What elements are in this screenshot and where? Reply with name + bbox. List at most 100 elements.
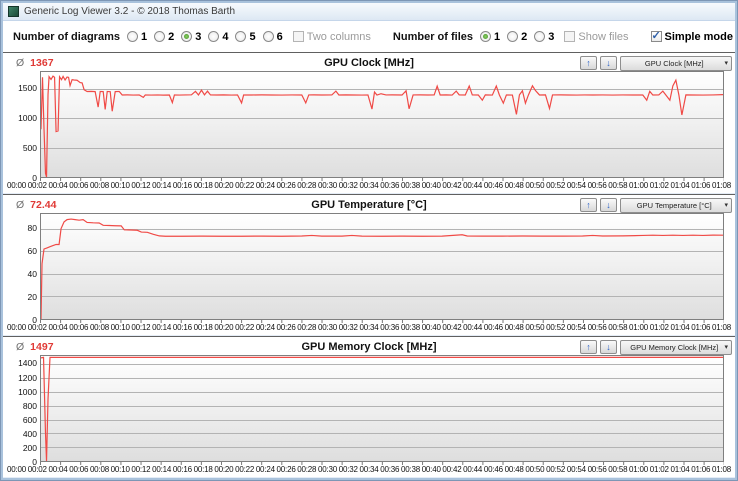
x-axis-label: 01:08 xyxy=(711,181,731,190)
x-axis-label: 00:34 xyxy=(359,181,379,190)
x-axis-label: 00:54 xyxy=(566,181,586,190)
y-axis-label: 80 xyxy=(27,222,37,233)
average-symbol: Ø xyxy=(16,57,25,69)
y-axis: 0 200 400 600 800 1000 1200 1400 xyxy=(6,355,40,467)
radio-label: 5 xyxy=(249,30,256,43)
chart-panel-gpu-memory-clock: Ø 1497 GPU Memory Clock [MHz] ↑ ↓ GPU Mem… xyxy=(3,336,735,477)
down-arrow-icon: ↓ xyxy=(606,341,611,352)
average-value: 1497 xyxy=(30,341,54,353)
x-axis-label: 00:32 xyxy=(338,181,358,190)
x-axis-label: 00:54 xyxy=(566,323,586,332)
plot-area[interactable] xyxy=(40,71,724,178)
chart-panel-gpu-clock: Ø 1367 GPU Clock [MHz] ↑ ↓ GPU Clock [MHz… xyxy=(3,52,735,193)
y-axis-label: 1400 xyxy=(18,358,37,369)
y-axis-label: 200 xyxy=(22,442,37,453)
x-axis-label: 00:28 xyxy=(297,465,317,474)
y-axis-label: 60 xyxy=(27,245,37,256)
measurement-select[interactable]: GPU Clock [MHz] ▾ xyxy=(620,55,732,71)
x-axis-label: 00:40 xyxy=(421,323,441,332)
show-files-checkbox[interactable]: Show files xyxy=(564,31,629,43)
radio-label: 3 xyxy=(195,30,202,43)
line-series xyxy=(41,72,723,177)
x-axis-label: 00:04 xyxy=(48,181,68,190)
chevron-down-icon: ▾ xyxy=(724,344,728,351)
diagrams-radio-4[interactable]: 4 xyxy=(208,31,228,43)
plot-area[interactable] xyxy=(40,355,724,462)
x-axis-label: 00:06 xyxy=(69,465,89,474)
radio-icon xyxy=(181,31,193,42)
chart-move-down-button[interactable]: ↓ xyxy=(600,198,617,212)
files-radio-1[interactable]: 1 xyxy=(480,31,500,43)
x-axis-label: 00:00 xyxy=(7,465,27,474)
x-axis-label: 00:46 xyxy=(483,181,503,190)
x-axis: 00:00 00:02 00:04 00:06 00:08 00:10 00:12 00:14… xyxy=(6,181,732,192)
y-axis-label: 0 xyxy=(32,315,37,325)
x-axis-label: 00:34 xyxy=(359,323,379,332)
average-symbol: Ø xyxy=(16,341,25,353)
chart-move-up-button[interactable]: ↑ xyxy=(580,198,597,212)
x-axis-label: 00:40 xyxy=(421,181,441,190)
x-axis-label: 00:40 xyxy=(421,465,441,474)
chart-move-down-button[interactable]: ↓ xyxy=(600,56,617,70)
measurement-select-value: GPU Temperature [°C] xyxy=(636,200,712,210)
measurement-select[interactable]: GPU Temperature [°C] ▾ xyxy=(620,197,732,213)
down-arrow-icon: ↓ xyxy=(606,57,611,68)
x-axis-label: 01:04 xyxy=(670,181,690,190)
diagrams-radio-1[interactable]: 1 xyxy=(126,31,147,43)
x-axis-label: 00:14 xyxy=(152,323,172,332)
x-axis: 00:00 00:02 00:04 00:06 00:08 00:10 00:12 00:14… xyxy=(6,465,732,476)
number-of-files-label: Number of files xyxy=(392,30,473,43)
y-axis-label: 800 xyxy=(22,400,37,411)
diagrams-radio-3[interactable]: 3 xyxy=(181,31,201,43)
x-axis-label: 00:18 xyxy=(193,465,213,474)
radio-icon xyxy=(534,31,546,42)
y-axis-label: 1200 xyxy=(18,372,37,383)
x-axis-label: 00:04 xyxy=(48,323,68,332)
diagrams-radio-5[interactable]: 5 xyxy=(235,30,256,43)
plot-area[interactable] xyxy=(40,213,724,320)
diagrams-radio-2[interactable]: 2 xyxy=(154,31,174,43)
x-axis-label: 00:42 xyxy=(442,465,462,474)
chart-move-up-button[interactable]: ↑ xyxy=(580,340,597,354)
x-axis-label: 00:38 xyxy=(400,181,420,190)
x-axis-label: 00:42 xyxy=(442,181,462,190)
x-axis-label: 00:34 xyxy=(359,465,379,474)
x-axis-label: 00:44 xyxy=(463,323,483,332)
panel-controls: ↑ ↓ GPU Temperature [°C] ▾ xyxy=(580,197,732,213)
x-axis-label: 00:26 xyxy=(276,465,296,474)
diagrams-radio-6[interactable]: 6 xyxy=(262,31,283,43)
average-readout: Ø 1497 xyxy=(16,341,54,353)
chart-move-up-button[interactable]: ↑ xyxy=(580,56,597,70)
x-axis-label: 00:48 xyxy=(504,323,524,332)
x-axis-label: 00:24 xyxy=(255,323,275,332)
checkbox-label: Two columns xyxy=(306,30,371,43)
simple-mode-checkbox[interactable]: Simple mode xyxy=(650,29,733,43)
y-axis-label: 0 xyxy=(32,173,37,183)
panel-header: Ø 72.44 GPU Temperature [°C] ↑ ↓ GPU Temp… xyxy=(6,197,732,213)
titlebar[interactable]: Generic Log Viewer 3.2 - © 2018 Thomas B… xyxy=(3,3,735,21)
x-axis-label: 00:36 xyxy=(380,465,400,474)
checkbox-icon xyxy=(650,29,662,42)
x-axis-label: 00:30 xyxy=(318,181,338,190)
files-radio-2[interactable]: 2 xyxy=(507,31,527,43)
charts-area: Ø 1367 GPU Clock [MHz] ↑ ↓ GPU Clock [MHz… xyxy=(3,52,735,478)
x-axis-label: 00:58 xyxy=(608,465,628,474)
x-axis-label: 01:02 xyxy=(649,465,669,474)
toolbar: Number of diagrams 1 2 3 4 5 6 Two colum… xyxy=(3,21,735,52)
x-axis-label: 00:22 xyxy=(235,181,255,190)
x-axis-label: 00:16 xyxy=(172,181,192,190)
x-axis-label: 00:10 xyxy=(110,323,130,332)
x-axis-label: 00:50 xyxy=(525,323,545,332)
chart-move-down-button[interactable]: ↓ xyxy=(600,340,617,354)
files-radio-3[interactable]: 3 xyxy=(534,31,554,43)
chevron-down-icon: ▾ xyxy=(724,60,728,67)
checkbox-icon xyxy=(564,31,576,42)
measurement-select[interactable]: GPU Memory Clock [MHz] ▾ xyxy=(620,339,732,355)
x-axis-label: 00:12 xyxy=(131,465,151,474)
radio-icon xyxy=(208,31,220,42)
x-axis-label: 00:20 xyxy=(214,323,234,332)
x-axis-label: 00:18 xyxy=(193,181,213,190)
x-axis-label: 00:52 xyxy=(546,323,566,332)
two-columns-checkbox[interactable]: Two columns xyxy=(292,30,371,43)
y-axis-label: 1500 xyxy=(18,82,37,93)
